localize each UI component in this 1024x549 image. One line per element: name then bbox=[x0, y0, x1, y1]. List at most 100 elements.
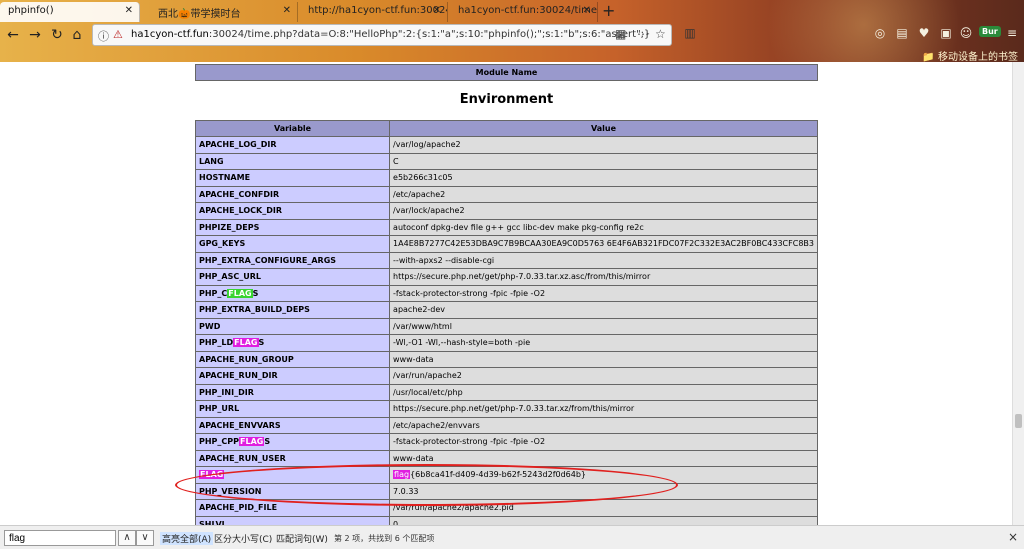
table-row: PHP_URL https://secure.php.net/get/php-7.… bbox=[194, 400, 818, 418]
tab-4[interactable]: ha1cyon-ctf.fun:30024/time.php ✕ bbox=[450, 2, 598, 22]
close-tab-icon[interactable]: ✕ bbox=[433, 5, 441, 16]
tab-2[interactable]: 西北🎃带学摸时台 ✕ bbox=[150, 2, 298, 22]
bookmark-label: 移动设备上的书签 bbox=[938, 52, 1018, 62]
value-cell: -Wl,-O1 -Wl,--hash-style=both -pie bbox=[389, 334, 818, 352]
value-cell: C bbox=[389, 152, 818, 170]
url-host: ha1cyon-ctf.fun bbox=[131, 29, 209, 40]
extension-icon[interactable]: ◎ bbox=[872, 26, 888, 42]
variable-cell: PHP_CPPFLAGS bbox=[194, 433, 391, 451]
library-icon[interactable]: ▥ bbox=[682, 26, 698, 42]
qr-icon[interactable]: ▦ bbox=[615, 27, 626, 41]
table-row: PHP_CFLAGS -fstack-protector-strong -fpic… bbox=[194, 284, 818, 302]
value-cell: /etc/apache2 bbox=[389, 185, 818, 203]
environment-title: Environment bbox=[459, 92, 554, 107]
tab-3[interactable]: http://ha1cyon-ctf.fun:30024/ ✕ bbox=[300, 2, 448, 22]
table-row: PHP_INI_DIR/usr/local/etc/php bbox=[194, 383, 818, 401]
red-annotation-ellipse bbox=[175, 464, 678, 506]
back-icon[interactable]: ← bbox=[4, 26, 22, 44]
url-text[interactable]: ha1cyon-ctf.fun:30024/time.php?data=O:8:… bbox=[131, 29, 650, 40]
insecure-lock-icon: ⚠ bbox=[113, 28, 123, 41]
variable-prefix: PHP_LD bbox=[199, 338, 234, 348]
value-cell: /etc/apache2/envvars bbox=[389, 416, 818, 434]
mobile-bookmarks[interactable]: 📁 移动设备上的书签 bbox=[922, 48, 1018, 62]
page-content: Module Name Environment Variable Value A… bbox=[0, 62, 1012, 525]
profile-icon[interactable]: ☺ bbox=[958, 26, 974, 42]
tab-label: http://ha1cyon-ctf.fun:30024/ bbox=[308, 5, 448, 16]
browser-chrome: phpinfo() ✕ 西北🎃带学摸时台 ✕ http://ha1cyon-ct… bbox=[0, 0, 1024, 62]
table-row: PWD/var/www/html bbox=[194, 317, 818, 335]
scrollbar[interactable] bbox=[1012, 62, 1024, 525]
menu-icon[interactable]: ≡ bbox=[1004, 26, 1020, 42]
table-row: APACHE_RUN_GROUP www-data bbox=[194, 350, 818, 368]
variable-cell: PHP_CFLAGS bbox=[194, 284, 391, 302]
variable-suffix: S bbox=[252, 288, 259, 298]
find-match-highlight: FLAG bbox=[239, 437, 265, 447]
info-icon[interactable]: ⓘ bbox=[98, 28, 109, 44]
value-header: Value bbox=[389, 120, 818, 137]
close-tab-icon[interactable]: ✕ bbox=[283, 5, 291, 16]
match-case-toggle[interactable]: 区分大小写(C) bbox=[214, 532, 272, 545]
table-row: PHP_ASC_URL https://secure.php.net/get/ph… bbox=[194, 268, 818, 286]
new-tab-button[interactable]: + bbox=[602, 1, 615, 20]
variable-cell: GPG_KEYS bbox=[194, 235, 391, 253]
variable-cell: APACHE_LOG_DIR bbox=[194, 136, 391, 154]
forward-icon[interactable]: → bbox=[26, 26, 44, 44]
table-row: PHP_CPPFLAGS -fstack-protector-strong -fp… bbox=[194, 433, 818, 451]
variable-cell: HOSTNAME bbox=[194, 169, 391, 187]
value-cell: /usr/local/etc/php bbox=[389, 383, 818, 401]
table-row: APACHE_LOG_DIR/var/log/apache2 bbox=[194, 136, 818, 154]
value-cell: e5b266c31c05 bbox=[389, 169, 818, 187]
table-row: APACHE_ENVVARS/etc/apache2/envvars bbox=[194, 416, 818, 434]
find-status: 第 2 项，共找到 6 个匹配项 bbox=[334, 534, 435, 543]
find-match-highlight: FLAG bbox=[227, 288, 253, 298]
bookmark-star-icon[interactable]: ☆ bbox=[655, 27, 666, 41]
variable-cell: LANG bbox=[194, 152, 391, 170]
table-row: APACHE_RUN_DIR/var/run/apache2 bbox=[194, 367, 818, 385]
variable-cell: PHP_INI_DIR bbox=[194, 383, 391, 401]
value-cell: 0 bbox=[389, 515, 818, 525]
variable-prefix: PHP_CPP bbox=[199, 437, 240, 447]
page-actions-icon[interactable]: ⋯ bbox=[637, 27, 649, 41]
variable-cell: PHP_EXTRA_CONFIGURE_ARGS bbox=[194, 251, 391, 269]
tab-label: ha1cyon-ctf.fun:30024/time.php bbox=[458, 5, 598, 16]
url-bar[interactable]: ⓘ ⚠ ha1cyon-ctf.fun:30024/time.php?data=… bbox=[92, 24, 672, 46]
close-tab-icon[interactable]: ✕ bbox=[583, 5, 591, 16]
highlight-all-toggle[interactable]: 高亮全部(A) bbox=[160, 532, 214, 545]
variable-header: Variable bbox=[194, 120, 391, 137]
tab-label: 西北🎃带学摸时台 bbox=[158, 9, 241, 20]
close-tab-icon[interactable]: ✕ bbox=[125, 5, 133, 16]
extension-badge[interactable]: Bur bbox=[979, 26, 1001, 37]
home-icon[interactable]: ⌂ bbox=[68, 26, 86, 44]
value-cell: /var/log/apache2 bbox=[389, 136, 818, 154]
variable-prefix: PHP_C bbox=[199, 288, 228, 298]
variable-cell: APACHE_RUN_GROUP bbox=[194, 350, 391, 368]
value-cell: -fstack-protector-strong -fpic -fpie -O2 bbox=[389, 433, 818, 451]
tab-phpinfo[interactable]: phpinfo() ✕ bbox=[0, 2, 140, 22]
find-next-button[interactable]: ∨ bbox=[136, 530, 154, 546]
variable-cell: PHP_URL bbox=[194, 400, 391, 418]
find-previous-button[interactable]: ∧ bbox=[118, 530, 136, 546]
tab-label: phpinfo() bbox=[8, 5, 54, 16]
whole-words-toggle[interactable]: 匹配词句(W) bbox=[276, 532, 328, 545]
find-input[interactable] bbox=[4, 530, 116, 546]
table-row: GPG_KEYS 1A4E8B7277C42E53DBA9C7B9BCAA30EA… bbox=[194, 235, 818, 253]
value-cell: 1A4E8B7277C42E53DBA9C7B9BCAA30EA9C0D5763… bbox=[389, 235, 818, 253]
tab-strip: phpinfo() ✕ 西北🎃带学摸时台 ✕ http://ha1cyon-ct… bbox=[0, 0, 1024, 22]
reload-icon[interactable]: ↻ bbox=[48, 26, 66, 44]
close-findbar-icon[interactable]: × bbox=[1008, 530, 1018, 544]
value-cell: -fstack-protector-strong -fpic -fpie -O2 bbox=[389, 284, 818, 302]
reader-icon[interactable]: ▤ bbox=[894, 26, 910, 42]
find-bar: ∧ ∨ 高亮全部(A) 区分大小写(C) 匹配词句(W) 第 2 项，共找到 6… bbox=[0, 525, 1024, 549]
variable-cell: PHPIZE_DEPS bbox=[194, 218, 391, 236]
screenshot-icon[interactable]: ▣ bbox=[938, 26, 954, 42]
table-row: PHP_EXTRA_CONFIGURE_ARGS --with-apxs2 --d… bbox=[194, 251, 818, 269]
table-row: APACHE_RUN_USER www-data bbox=[194, 449, 818, 467]
scrollbar-thumb[interactable] bbox=[1015, 414, 1022, 428]
pocket-icon[interactable]: ♥ bbox=[916, 26, 932, 42]
table-row: PHP_EXTRA_BUILD_DEPS apache2-dev bbox=[194, 301, 818, 319]
value-cell: /var/lock/apache2 bbox=[389, 202, 818, 220]
variable-cell: PHP_ASC_URL bbox=[194, 268, 391, 286]
variable-cell: APACHE_RUN_DIR bbox=[194, 367, 391, 385]
nav-toolbar: ← → ↻ ⌂ ⓘ ⚠ ha1cyon-ctf.fun:30024/time.p… bbox=[0, 22, 1024, 48]
variable-suffix: S bbox=[258, 338, 265, 348]
